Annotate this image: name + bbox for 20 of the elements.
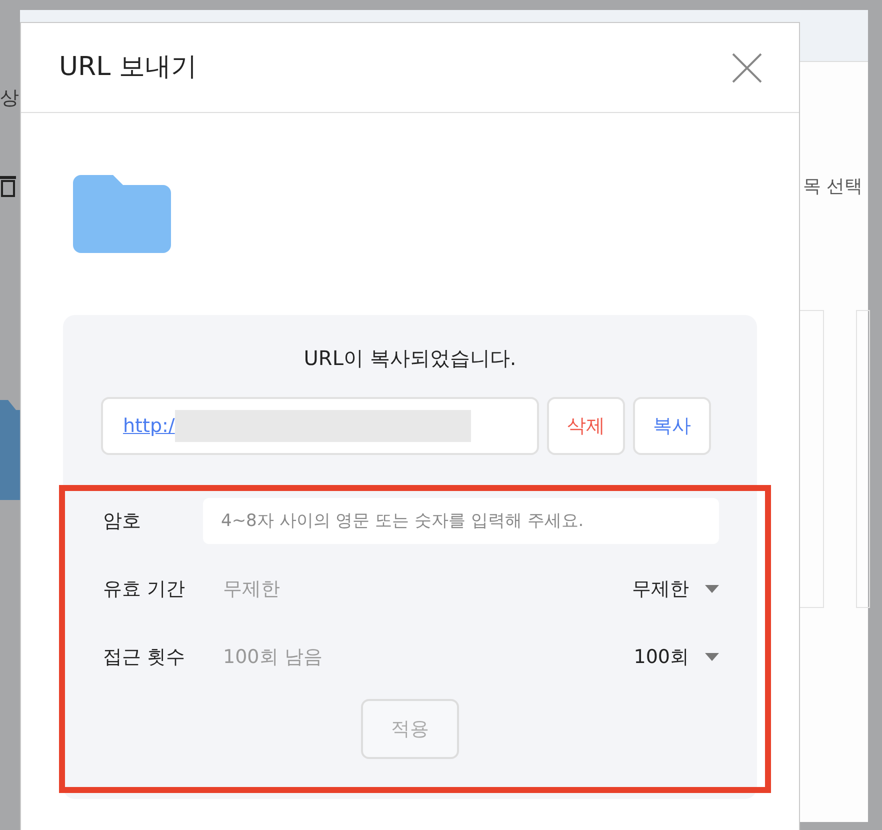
- background-text: 상: [0, 86, 19, 111]
- dropdown-button[interactable]: 100회: [634, 642, 719, 672]
- close-icon[interactable]: [731, 52, 763, 84]
- current-value: 100회 남음: [223, 644, 324, 670]
- password-field[interactable]: 4~8자 사이의 영문 또는 숫자를 입력해 주세요.: [203, 498, 719, 544]
- field-label: 유효 기간: [103, 576, 186, 602]
- caret-icon: [705, 585, 719, 593]
- delete-button[interactable]: 삭제: [547, 397, 625, 455]
- caret-icon: [705, 653, 719, 661]
- url-link[interactable]: http:/: [123, 412, 175, 440]
- field-label: 암호: [103, 508, 142, 534]
- status-message: URL이 복사되었습니다.: [302, 345, 518, 372]
- dialog-title: URL 보내기: [59, 51, 197, 84]
- dropdown-button[interactable]: 무제한: [632, 574, 719, 604]
- url-field[interactable]: http:/: [101, 397, 539, 455]
- current-value: 무제한: [223, 576, 281, 602]
- folder-icon: [73, 175, 171, 253]
- copy-button[interactable]: 복사: [633, 397, 711, 455]
- field-label: 접근 횟수: [103, 644, 186, 670]
- background-text: 목 선택: [803, 175, 863, 199]
